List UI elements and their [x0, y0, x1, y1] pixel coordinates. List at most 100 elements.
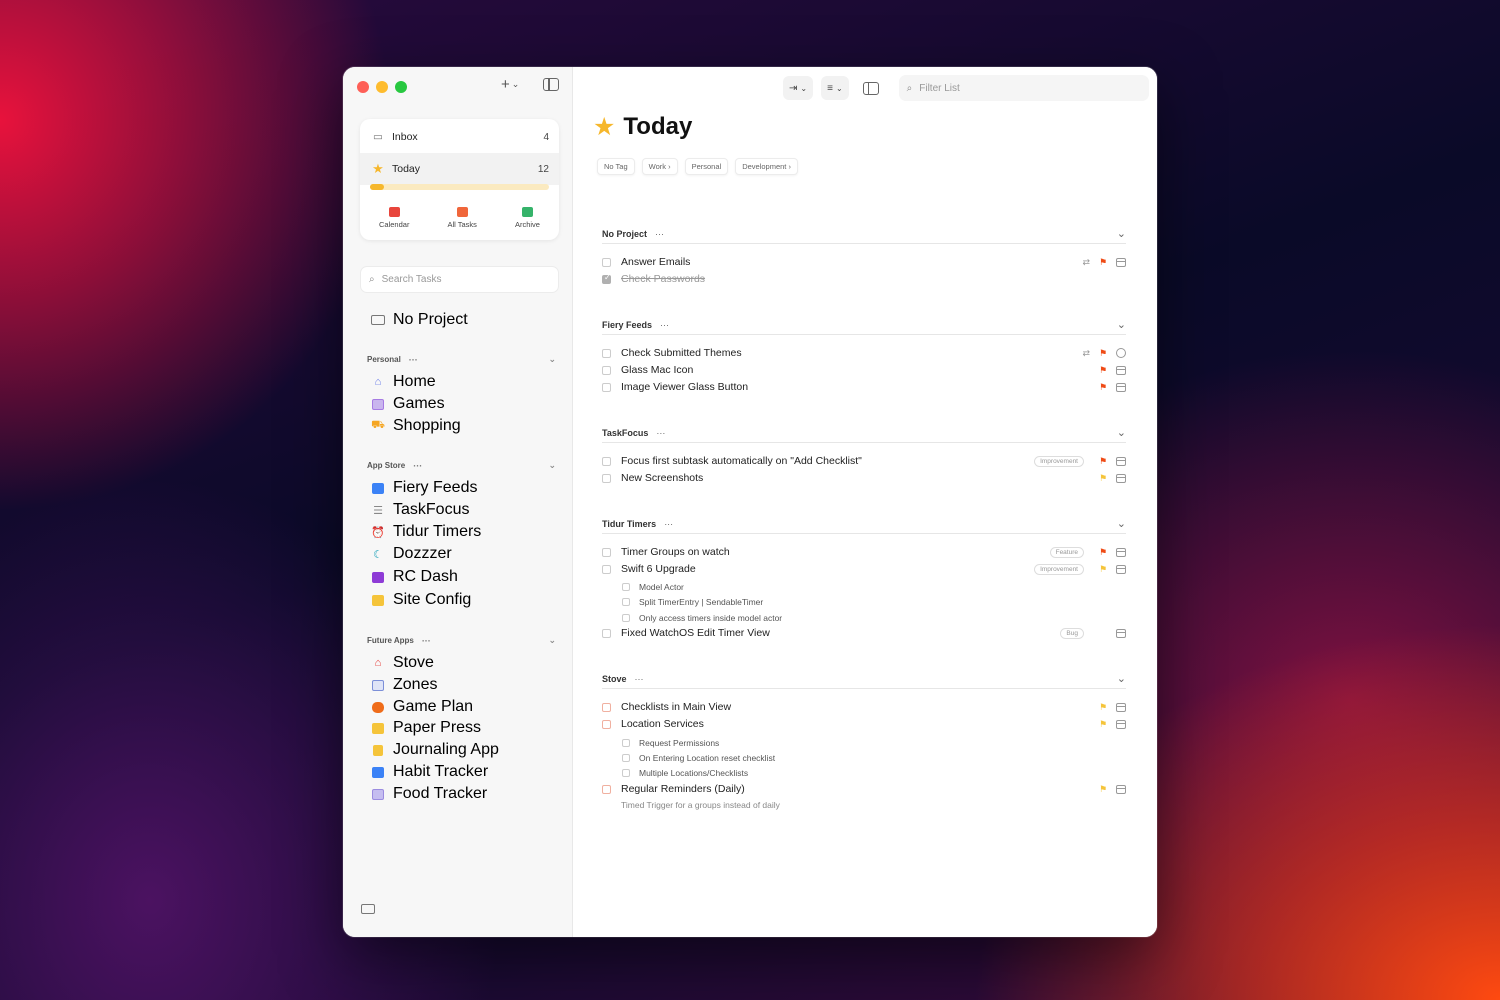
more-icon[interactable]: ···: [655, 229, 664, 239]
subtask-row[interactable]: Multiple Locations/Checklists: [622, 765, 1126, 781]
more-icon[interactable]: ···: [660, 320, 669, 330]
more-icon[interactable]: ···: [409, 355, 418, 365]
sidebar-item-stove[interactable]: ⌂ Stove: [371, 654, 434, 672]
search-tasks-input[interactable]: ⌕ Search Tasks: [360, 266, 559, 293]
calendar-icon[interactable]: [1116, 257, 1126, 267]
calendar-icon[interactable]: [1116, 784, 1126, 794]
clock-icon[interactable]: [1116, 348, 1126, 358]
calendar-icon[interactable]: [1116, 473, 1126, 483]
task-row[interactable]: Timer Groups on watch Feature ⚑: [602, 544, 1126, 560]
group-header-tidur-timers[interactable]: Tidur Timers ··· ⌄: [602, 518, 1126, 534]
flag-icon[interactable]: ⚑: [1098, 719, 1108, 729]
inspector-toggle-button[interactable]: [857, 76, 885, 100]
sidebar-item-games[interactable]: Games: [371, 395, 445, 413]
calendar-icon[interactable]: [1116, 365, 1126, 375]
task-row[interactable]: Check Submitted Themes ⇄ ⚑: [602, 345, 1126, 361]
task-checkbox[interactable]: [602, 473, 611, 483]
sidebar-item-no-project[interactable]: No Project: [371, 311, 468, 329]
task-checkbox[interactable]: [602, 784, 611, 794]
task-checkbox[interactable]: [602, 273, 611, 284]
task-checkbox[interactable]: [602, 547, 611, 557]
sidebar-item-journaling-app[interactable]: Journaling App: [371, 741, 499, 759]
tag-badge[interactable]: Feature: [1049, 546, 1084, 558]
sidebar-item-food-tracker[interactable]: Food Tracker: [371, 785, 487, 803]
chevron-down-icon[interactable]: ⌄: [1117, 672, 1126, 685]
task-checkbox[interactable]: [602, 628, 611, 638]
flag-icon[interactable]: ⚑: [1098, 702, 1108, 712]
group-header-stove[interactable]: Stove ··· ⌄: [602, 673, 1126, 689]
task-checkbox[interactable]: [602, 365, 611, 375]
flag-icon[interactable]: ⚑: [1098, 784, 1108, 794]
inbox-item[interactable]: ▭ Inbox 4: [370, 127, 549, 147]
archive-button[interactable]: Archive: [515, 207, 540, 229]
sidebar-item-tidur-timers[interactable]: ⏰ Tidur Timers: [371, 523, 481, 541]
sidebar-item-rc-dash[interactable]: RC Dash: [371, 568, 458, 586]
calendar-icon[interactable]: [1116, 564, 1126, 574]
flag-icon[interactable]: ⚑: [1098, 547, 1108, 557]
flag-icon[interactable]: ⚑: [1098, 382, 1108, 392]
flag-icon[interactable]: ⚑: [1098, 257, 1108, 267]
tag-personal[interactable]: Personal: [684, 158, 729, 175]
section-personal-header[interactable]: Personal ··· ⌄: [367, 354, 556, 365]
task-row[interactable]: Swift 6 Upgrade Improvement ⚑: [602, 561, 1126, 577]
tag-work[interactable]: Work ›: [641, 158, 678, 175]
task-row[interactable]: Glass Mac Icon ⚑: [602, 362, 1126, 378]
tag-badge[interactable]: Improvement: [1034, 563, 1084, 575]
sidebar-item-dozzzer[interactable]: ☾ Dozzzer: [371, 545, 452, 563]
task-checkbox[interactable]: [602, 719, 611, 729]
move-button[interactable]: ⇥ ⌄: [783, 76, 814, 100]
subtask-checkbox[interactable]: [622, 754, 630, 762]
task-checkbox[interactable]: [602, 382, 611, 392]
calendar-icon[interactable]: [1116, 702, 1126, 712]
sidebar-item-site-config[interactable]: Site Config: [371, 591, 471, 609]
flag-icon[interactable]: ⚑: [1098, 456, 1108, 466]
group-header-fiery-feeds[interactable]: Fiery Feeds ··· ⌄: [602, 319, 1126, 335]
calendar-icon[interactable]: [1116, 719, 1126, 729]
today-item[interactable]: ★ Today 12: [370, 159, 549, 179]
subtask-checkbox[interactable]: [622, 739, 630, 747]
sidebar-item-game-plan[interactable]: Game Plan: [371, 698, 473, 716]
sidebar-item-habit-tracker[interactable]: Habit Tracker: [371, 763, 488, 781]
more-icon[interactable]: ···: [664, 519, 673, 529]
task-row[interactable]: Checklists in Main View ⚑: [602, 699, 1126, 715]
close-window-button[interactable]: [357, 81, 369, 93]
all-tasks-button[interactable]: All Tasks: [447, 207, 477, 229]
tag-badge[interactable]: Bug: [1060, 627, 1084, 639]
subtask-checkbox[interactable]: [622, 598, 630, 606]
group-header-taskfocus[interactable]: TaskFocus ··· ⌄: [602, 427, 1126, 443]
chevron-down-icon[interactable]: ⌄: [548, 635, 556, 646]
zoom-window-button[interactable]: [395, 81, 407, 93]
sidebar-item-shopping[interactable]: ⛟ Shopping: [371, 417, 461, 435]
more-icon[interactable]: ···: [635, 674, 644, 684]
more-icon[interactable]: ···: [656, 428, 665, 438]
subtask-row[interactable]: Only access timers inside model actor: [622, 610, 1126, 626]
task-row[interactable]: New Screenshots ⚑: [602, 470, 1126, 486]
sort-button[interactable]: ≡ ⌄: [821, 76, 849, 100]
task-row[interactable]: Fixed WatchOS Edit Timer View Bug: [602, 625, 1126, 641]
section-app-store-header[interactable]: App Store ··· ⌄: [367, 460, 556, 471]
task-checkbox[interactable]: [602, 564, 611, 574]
flag-icon[interactable]: ⚑: [1098, 473, 1108, 483]
task-checkbox[interactable]: [602, 456, 611, 466]
tag-development[interactable]: Development ›: [735, 158, 798, 175]
chevron-down-icon[interactable]: ⌄: [1117, 517, 1126, 530]
task-row[interactable]: Image Viewer Glass Button ⚑: [602, 379, 1126, 395]
add-menu-button[interactable]: + ⌄: [501, 76, 519, 93]
sidebar-item-paper-press[interactable]: Paper Press: [371, 719, 481, 737]
sidebar-item-fiery-feeds[interactable]: Fiery Feeds: [371, 479, 477, 497]
chevron-down-icon[interactable]: ⌄: [548, 354, 556, 365]
task-row[interactable]: Regular Reminders (Daily) ⚑: [602, 781, 1126, 797]
subtask-row[interactable]: On Entering Location reset checklist: [622, 750, 1126, 766]
subtask-checkbox[interactable]: [622, 614, 630, 622]
calendar-icon[interactable]: [1116, 628, 1126, 638]
minimize-window-button[interactable]: [376, 81, 388, 93]
calendar-icon[interactable]: [1116, 456, 1126, 466]
calendar-button[interactable]: Calendar: [379, 207, 409, 229]
chevron-down-icon[interactable]: ⌄: [1117, 318, 1126, 331]
flag-icon[interactable]: ⚑: [1098, 365, 1108, 375]
tag-badge[interactable]: Improvement: [1034, 455, 1084, 467]
tag-no-tag[interactable]: No Tag: [597, 158, 635, 175]
sidebar-item-home[interactable]: ⌂ Home: [371, 373, 436, 391]
new-folder-button[interactable]: [361, 901, 375, 919]
chevron-down-icon[interactable]: ⌄: [548, 460, 556, 471]
